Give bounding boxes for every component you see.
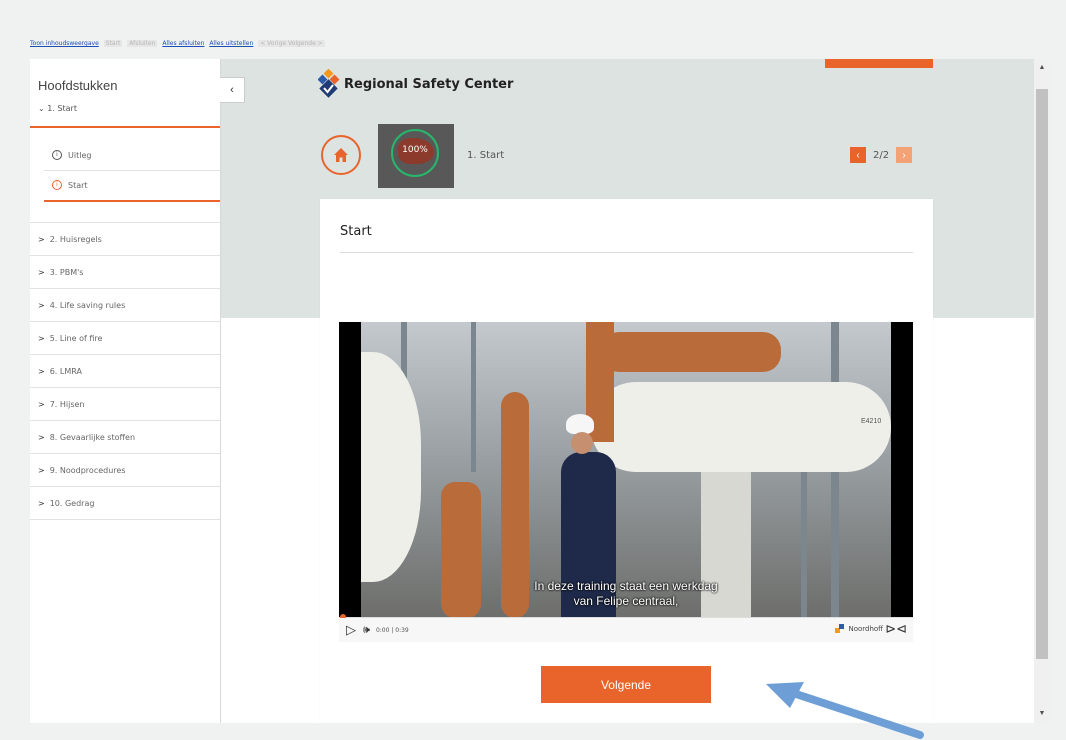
chapter-label: 1. Start	[467, 150, 505, 161]
noordhoff-brand: Noordhoff	[835, 624, 883, 634]
chevron-right-icon: >	[38, 399, 45, 409]
chevron-left-icon: ‹	[230, 84, 234, 96]
course-frame: Hoofdstukken ⌄ 1. Start i Uitleg i Start…	[30, 59, 1034, 723]
sidebar-subitem-label: Uitleg	[68, 150, 92, 160]
sidebar-item-label: 9. Noodprocedures	[49, 465, 126, 475]
prev-page-button[interactable]: ‹	[850, 147, 866, 163]
sidebar-title: Hoofdstukken	[38, 78, 118, 93]
annotation-arrow-icon	[766, 682, 924, 739]
video-player[interactable]: E4210 In deze training staat een werkdag…	[339, 322, 913, 618]
sidebar-item-label: 3. PBM's	[49, 267, 84, 277]
worker-face	[571, 432, 593, 454]
chevron-left-icon: ‹	[856, 149, 860, 161]
sidebar-subitem-start[interactable]: i Start	[44, 170, 220, 200]
afsluiten-link[interactable]: Afsluiten	[127, 40, 158, 47]
scroll-down-icon[interactable]: ▼	[1034, 707, 1050, 721]
chapter-thumbnail: 100%	[378, 124, 454, 188]
video-frame: E4210	[361, 322, 891, 618]
chapter-list: >2. Huisregels >3. PBM's >4. Life saving…	[30, 222, 220, 520]
active-chapter-underline	[30, 126, 220, 128]
fullscreen-icon[interactable]: ⊳⊲	[885, 621, 907, 637]
start-link[interactable]: Start	[103, 40, 123, 47]
sidebar-item-label: 8. Gevaarlijke stoffen	[49, 432, 136, 442]
page-pager: ‹ 2/2 ›	[850, 147, 913, 163]
progress-percent: 100%	[402, 145, 428, 155]
scroll-up-icon[interactable]: ▲	[1034, 61, 1050, 75]
sidebar-subitem-label: Start	[68, 180, 88, 190]
sidebar-item-huisregels[interactable]: >2. Huisregels	[30, 222, 220, 256]
top-orange-button[interactable]	[825, 59, 933, 68]
sidebar-item-lmra[interactable]: >6. LMRA	[30, 355, 220, 388]
sidebar-item-label: 4. Life saving rules	[49, 300, 126, 310]
video-subtitle-line2: van Felipe centraal,	[573, 594, 679, 608]
chevron-right-icon: ›	[902, 149, 906, 161]
chevron-right-icon: >	[38, 300, 45, 310]
next-button[interactable]: Volgende	[541, 666, 711, 703]
logo: Regional Safety Center	[318, 69, 513, 99]
video-time: 0:00 | 0:39	[375, 626, 409, 634]
info-icon: i	[52, 150, 62, 160]
play-icon[interactable]: ▷	[346, 622, 356, 638]
home-button[interactable]	[321, 135, 361, 175]
worker-helmet	[566, 414, 594, 434]
chevron-right-icon: >	[38, 234, 45, 244]
sidebar-item-pbms[interactable]: >3. PBM's	[30, 256, 220, 289]
page-title: Start	[340, 224, 372, 239]
chevron-right-icon: >	[38, 366, 45, 376]
title-divider	[340, 252, 913, 253]
sidebar-item-noodprocedures[interactable]: >9. Noodprocedures	[30, 454, 220, 487]
toc-link[interactable]: Toon inhoudsweergave	[30, 40, 99, 47]
home-icon	[334, 148, 348, 162]
alles-afsluiten-link[interactable]: Alles afsluiten	[162, 40, 204, 47]
chevron-right-icon: >	[38, 465, 45, 475]
top-link-bar: Toon inhoudsweergave Start Afsluiten All…	[30, 40, 328, 47]
sidebar-item-hijsen[interactable]: >7. Hijsen	[30, 388, 220, 421]
video-subtitle-line1: In deze training staat een werkdag	[534, 579, 718, 593]
prev-next-nav[interactable]: < Vorige Volgende >	[258, 40, 325, 47]
chevron-down-icon: ⌄	[38, 104, 45, 113]
next-page-button[interactable]: ›	[896, 147, 913, 163]
noordhoff-logo-icon	[835, 624, 845, 633]
scaffold-pole	[471, 322, 476, 472]
pipe	[601, 332, 781, 372]
content-card: Start E4210 In deze training staat een w…	[320, 199, 933, 723]
sidebar-item-label: 1. Start	[47, 104, 77, 113]
scrollbar-thumb[interactable]	[1036, 89, 1048, 659]
chevron-right-icon: >	[38, 333, 45, 343]
chevron-right-icon: >	[38, 267, 45, 277]
brand-label: Noordhoff	[848, 625, 883, 633]
logo-text: Regional Safety Center	[344, 76, 514, 92]
left-tank	[361, 352, 421, 582]
sidebar-item-life-saving-rules[interactable]: >4. Life saving rules	[30, 289, 220, 322]
info-icon: i	[52, 180, 62, 190]
sidebar-item-label: 7. Hijsen	[49, 399, 85, 409]
chevron-right-icon: >	[38, 432, 45, 442]
right-tank	[591, 382, 891, 472]
sidebar-subitem-uitleg[interactable]: i Uitleg	[44, 140, 220, 171]
sidebar-item-gevaarlijke-stoffen[interactable]: >8. Gevaarlijke stoffen	[30, 421, 220, 454]
sidebar-item-line-of-fire[interactable]: >5. Line of fire	[30, 322, 220, 355]
video-controls: ▷ 🕪 0:00 | 0:39 Noordhoff ⊳⊲	[339, 618, 913, 642]
page-number: 2/2	[873, 149, 890, 161]
sidebar-item-gedrag[interactable]: >10. Gedrag	[30, 487, 220, 520]
alles-uitstellen-link[interactable]: Alles uitstellen	[209, 40, 253, 47]
sidebar-item-label: 5. Line of fire	[49, 333, 103, 343]
collapse-sidebar-button[interactable]: ‹	[220, 77, 245, 103]
rsc-logo-icon	[318, 69, 340, 98]
sidebar-item-label: 2. Huisregels	[49, 234, 102, 244]
volume-icon[interactable]: 🕪	[363, 624, 370, 637]
tank-label: E4210	[861, 418, 882, 425]
page-scrollbar[interactable]: ▲ ▼	[1034, 59, 1050, 723]
sidebar-item-start[interactable]: ⌄ 1. Start	[38, 104, 77, 113]
chevron-right-icon: >	[38, 498, 45, 508]
sidebar-item-label: 6. LMRA	[49, 366, 82, 376]
sidebar-item-label: 10. Gedrag	[49, 498, 95, 508]
active-subitem-underline	[44, 200, 220, 202]
chapters-sidebar: Hoofdstukken ⌄ 1. Start i Uitleg i Start…	[30, 59, 221, 723]
